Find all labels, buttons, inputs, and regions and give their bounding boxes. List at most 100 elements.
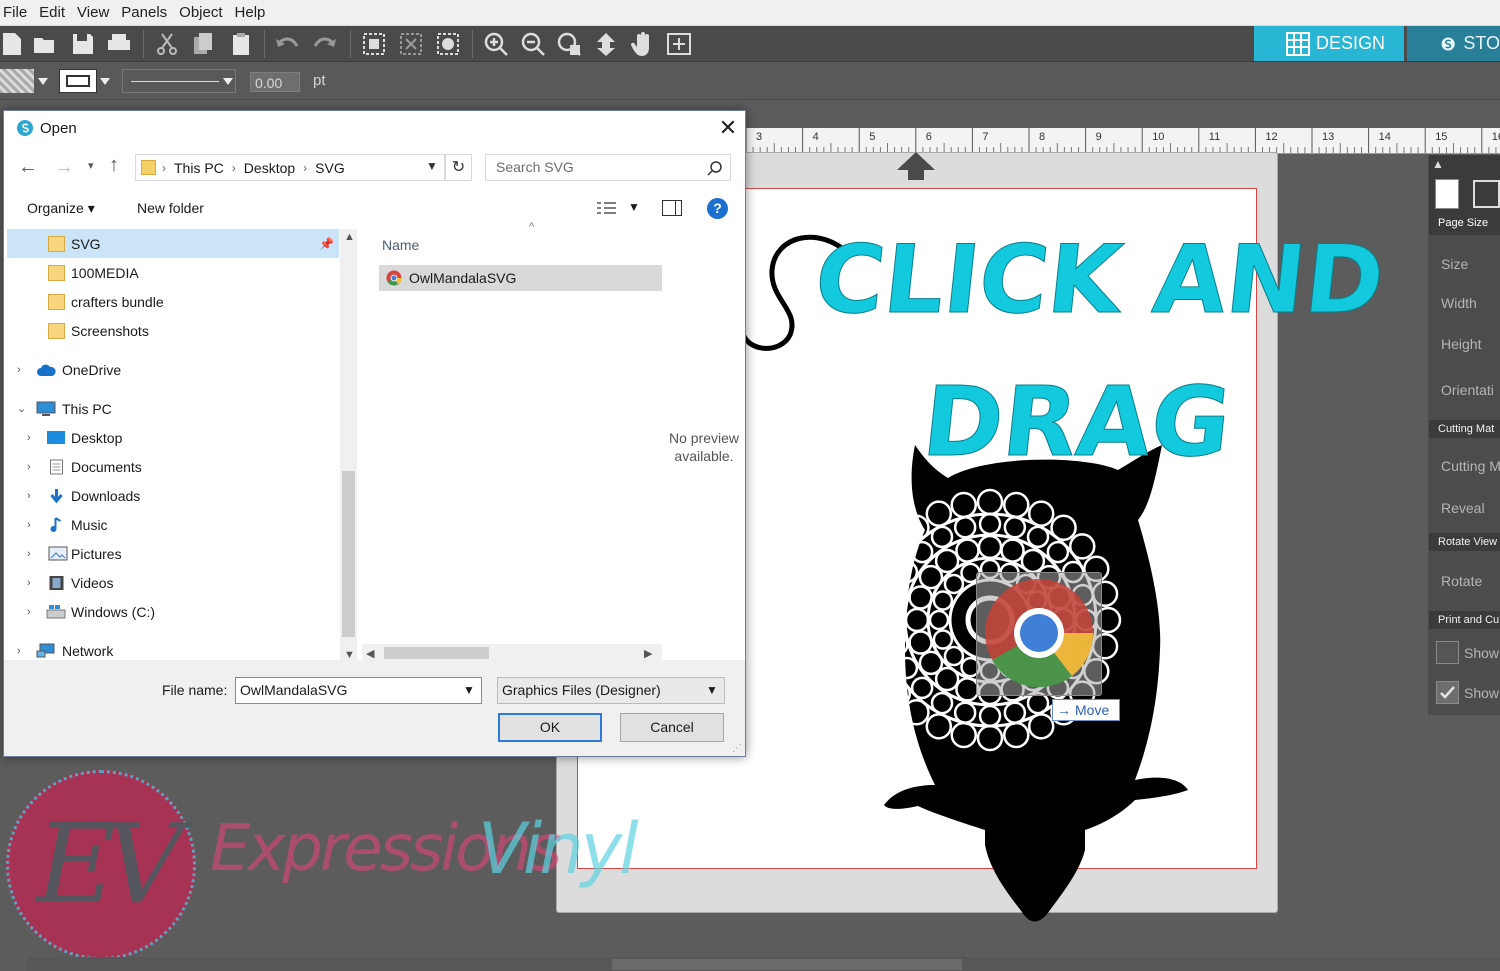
zoom-out-icon[interactable] <box>520 31 546 57</box>
scroll-left-icon[interactable]: ◀ <box>366 647 374 660</box>
chevron-down-icon[interactable]: ▼ <box>706 683 718 697</box>
nav-item-videos[interactable]: › Videos <box>7 568 339 597</box>
menu-help[interactable]: Help <box>232 4 275 21</box>
edit-points-icon[interactable] <box>435 31 461 57</box>
cut-icon[interactable] <box>154 31 180 57</box>
refresh-icon[interactable]: ↻ <box>445 154 472 181</box>
design-tab[interactable]: DESIGN <box>1254 26 1404 61</box>
cutting-mat-tab[interactable]: Cutting Mat <box>1429 420 1500 438</box>
open-folder-icon[interactable] <box>32 31 58 57</box>
breadcrumb-desktop[interactable]: Desktop <box>244 160 295 176</box>
nav-item-windows-c[interactable]: › Windows (C:) <box>7 597 339 626</box>
paste-icon[interactable] <box>228 31 254 57</box>
forward-arrow-icon[interactable]: → <box>54 156 74 179</box>
pin-icon[interactable]: 📌 <box>319 237 334 251</box>
up-arrow-icon[interactable]: ↑ <box>109 154 119 177</box>
new-folder-button[interactable]: New folder <box>137 200 204 216</box>
chevron-right-icon[interactable]: › <box>17 364 27 376</box>
menu-edit[interactable]: Edit <box>36 4 74 21</box>
line-width-input[interactable]: 0.00 <box>250 72 300 92</box>
page-size-tab[interactable]: Page Size <box>1438 217 1488 229</box>
close-icon[interactable]: ✕ <box>712 113 744 143</box>
chevron-right-icon[interactable]: › <box>27 461 37 473</box>
pan-hand-icon[interactable] <box>630 31 656 57</box>
preview-pane-icon[interactable] <box>662 200 682 216</box>
breadcrumb-this-pc[interactable]: This PC <box>174 160 224 176</box>
nav-item-onedrive[interactable]: › OneDrive <box>7 355 339 384</box>
show-checkbox-checked[interactable] <box>1436 681 1459 704</box>
nav-item-svg[interactable]: SVG 📌 <box>7 229 339 258</box>
column-header-name[interactable]: Name <box>382 237 419 253</box>
resize-grip-icon[interactable]: ⋰ <box>732 743 742 754</box>
menu-object[interactable]: Object <box>176 4 231 21</box>
grid-icon[interactable] <box>1473 180 1500 208</box>
print-and-cut-tab[interactable]: Print and Cu <box>1429 611 1500 629</box>
drag-preview[interactable] <box>976 572 1102 696</box>
chevron-down-icon[interactable]: ▼ <box>463 683 475 697</box>
horizontal-scrollbar-thumb[interactable] <box>612 959 962 970</box>
select-all-icon[interactable] <box>361 31 387 57</box>
address-bar[interactable]: › This PC › Desktop › SVG <box>135 154 445 181</box>
copy-icon[interactable] <box>190 31 216 57</box>
scroll-right-icon[interactable]: ▶ <box>644 647 652 660</box>
file-type-select[interactable]: Graphics Files (Designer) <box>497 677 725 704</box>
recent-locations-chevron-icon[interactable]: ▾ <box>88 159 94 172</box>
move-down-icon[interactable] <box>593 31 619 57</box>
organize-button[interactable]: Organize ▾ <box>27 200 95 217</box>
menu-panels[interactable]: Panels <box>118 4 176 21</box>
search-icon[interactable] <box>707 160 723 176</box>
new-document-icon[interactable] <box>0 31 26 57</box>
file-list-scrollbar-thumb[interactable] <box>384 647 489 659</box>
back-arrow-icon[interactable]: ← <box>18 156 38 179</box>
navigation-scrollbar-thumb[interactable] <box>342 471 355 637</box>
fit-to-page-icon[interactable] <box>666 31 692 57</box>
chevron-right-icon[interactable]: › <box>27 490 37 502</box>
nav-item-crafters-bundle[interactable]: crafters bundle <box>7 287 339 316</box>
view-options-icon[interactable] <box>596 201 618 217</box>
nav-item-this-pc[interactable]: ⌄ This PC <box>7 394 339 423</box>
chevron-right-icon[interactable]: › <box>27 548 37 560</box>
page-icon[interactable] <box>1435 179 1459 209</box>
redo-icon[interactable] <box>312 31 338 57</box>
zoom-selection-icon[interactable] <box>556 31 582 57</box>
nav-item-music[interactable]: › Music <box>7 510 339 539</box>
chevron-down-icon[interactable]: ⌄ <box>17 402 27 415</box>
collapse-icon[interactable]: ▲ <box>1432 157 1444 171</box>
nav-item-pictures[interactable]: › Pictures <box>7 539 339 568</box>
deselect-icon[interactable] <box>398 31 424 57</box>
menu-file[interactable]: File <box>0 4 36 21</box>
breadcrumb-svg[interactable]: SVG <box>315 160 345 176</box>
address-dropdown-chevron-icon[interactable]: ▼ <box>426 159 438 173</box>
nav-item-desktop[interactable]: › Desktop <box>7 423 339 452</box>
chevron-down-icon[interactable]: ▼ <box>628 200 640 214</box>
search-input[interactable]: Search SVG <box>485 154 731 181</box>
save-icon[interactable] <box>70 31 96 57</box>
chevron-right-icon[interactable]: › <box>17 645 27 657</box>
fill-swatch[interactable] <box>0 69 34 93</box>
help-icon[interactable]: ? <box>707 198 728 219</box>
zoom-in-icon[interactable] <box>483 31 509 57</box>
rotate-view-tab[interactable]: Rotate View <box>1429 533 1500 551</box>
ok-button[interactable]: OK <box>498 713 602 742</box>
line-style-select[interactable] <box>122 69 236 93</box>
chevron-right-icon[interactable]: › <box>27 606 37 618</box>
scroll-up-arrow-icon[interactable] <box>897 152 935 180</box>
chevron-down-icon[interactable] <box>37 69 49 93</box>
show-checkbox[interactable] <box>1436 641 1459 664</box>
line-color-swatch[interactable] <box>59 69 97 93</box>
nav-item-100media[interactable]: 100MEDIA <box>7 258 339 287</box>
file-name-input[interactable]: OwlMandalaSVG <box>235 677 482 704</box>
chevron-down-icon[interactable] <box>98 69 112 93</box>
chevron-right-icon[interactable]: › <box>27 577 37 589</box>
chevron-right-icon[interactable]: › <box>27 519 37 531</box>
cancel-button[interactable]: Cancel <box>620 713 724 742</box>
undo-icon[interactable] <box>274 31 300 57</box>
store-tab[interactable]: STO <box>1407 26 1500 61</box>
nav-item-downloads[interactable]: › Downloads <box>7 481 339 510</box>
chevron-right-icon[interactable]: › <box>27 432 37 444</box>
nav-item-screenshots[interactable]: Screenshots <box>7 316 339 345</box>
file-row[interactable]: OwlMandalaSVG <box>379 265 662 291</box>
scroll-up-icon[interactable]: ▲ <box>344 231 355 243</box>
menu-view[interactable]: View <box>74 4 118 21</box>
nav-item-documents[interactable]: › Documents <box>7 452 339 481</box>
